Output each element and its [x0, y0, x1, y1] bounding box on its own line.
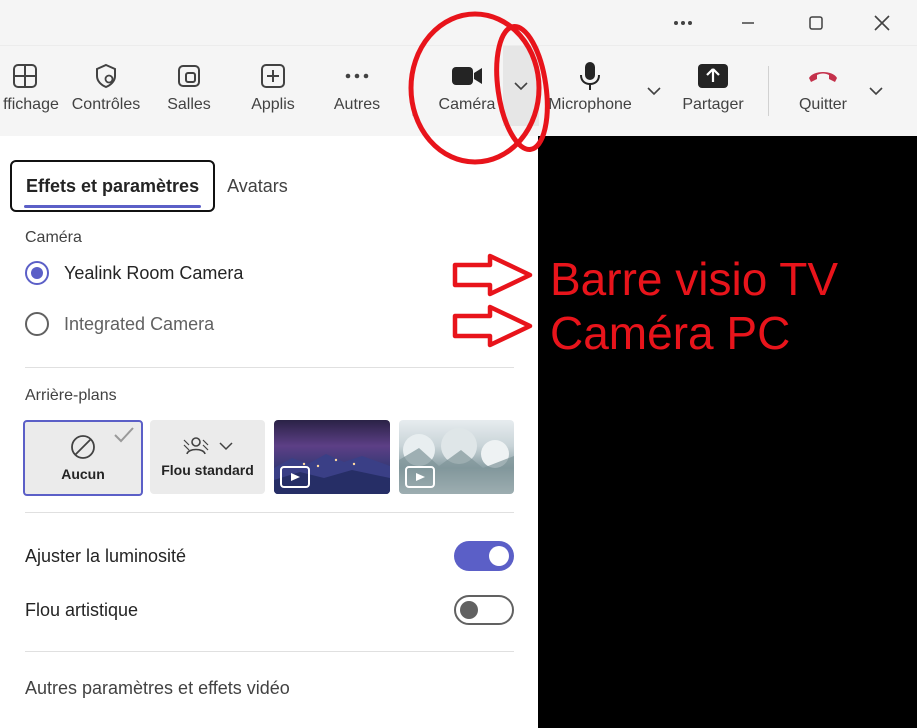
microphone-button[interactable]: Microphone: [544, 46, 636, 136]
share-button[interactable]: Partager: [680, 46, 746, 136]
tab-effects-settings[interactable]: Effets et paramètres: [10, 160, 216, 212]
video-preview: [538, 136, 917, 728]
radio-selected[interactable]: [25, 261, 49, 285]
leave-options-chevron[interactable]: [862, 76, 890, 106]
divider: [25, 651, 514, 652]
checkmark-icon: [114, 427, 134, 443]
brightness-toggle[interactable]: [454, 541, 514, 571]
panel-tabs: Effets et paramètres Avatars: [10, 160, 288, 212]
radio-unselected[interactable]: [25, 312, 49, 336]
video-background-icon: [405, 466, 435, 488]
background-none-label: Aucun: [61, 466, 105, 482]
microphone-label: Microphone: [548, 96, 632, 113]
brightness-label: Ajuster la luminosité: [25, 545, 187, 566]
camera-section-label: Caméra: [25, 229, 82, 246]
active-tab-indicator: [24, 205, 202, 208]
controls-button[interactable]: Contrôles: [66, 46, 146, 136]
rooms-button[interactable]: Salles: [158, 46, 220, 136]
hang-up-icon: [790, 46, 856, 94]
chevron-down-icon: [647, 87, 661, 96]
camera-settings-panel: Effets et paramètres Avatars Caméra Yeal…: [0, 136, 538, 728]
more-label: Autres: [333, 96, 381, 113]
divider: [25, 367, 514, 368]
brightness-setting: Ajuster la luminosité: [25, 540, 514, 572]
camera-options-chevron[interactable]: [503, 46, 539, 126]
apps-button[interactable]: Applis: [242, 46, 304, 136]
camera-option-yealink[interactable]: Yealink Room Camera: [25, 261, 243, 285]
ellipsis-icon[interactable]: [663, 8, 703, 38]
toolbar-divider: [768, 66, 769, 116]
maximize-icon[interactable]: [796, 8, 836, 38]
camera-button[interactable]: Caméra: [432, 46, 502, 136]
more-video-settings-link[interactable]: Autres paramètres et effets vidéo: [25, 678, 290, 699]
divider: [25, 512, 514, 513]
background-image-tile[interactable]: [274, 420, 390, 494]
share-label: Partager: [682, 96, 744, 113]
view-button[interactable]: ffichage: [0, 46, 59, 136]
background-image-tile[interactable]: [399, 420, 514, 494]
title-bar: [0, 0, 917, 46]
grid-icon: [0, 46, 56, 94]
tab-avatars[interactable]: Avatars: [227, 176, 288, 197]
apps-label: Applis: [251, 96, 295, 113]
leave-label: Quitter: [798, 96, 847, 113]
annotation-pc-camera: Caméra PC: [550, 307, 791, 359]
more-button[interactable]: Autres: [326, 46, 388, 136]
camera-option-integrated[interactable]: Integrated Camera: [25, 312, 214, 336]
background-blur-label: Flou standard: [161, 462, 254, 478]
soft-focus-toggle[interactable]: [454, 595, 514, 625]
rooms-label: Salles: [167, 96, 211, 113]
share-icon: [680, 46, 746, 94]
tab-effects-label: Effets et paramètres: [26, 175, 200, 196]
add-app-icon: [242, 46, 304, 94]
chevron-down-icon: [869, 87, 883, 96]
background-blur-tile[interactable]: Flou standard: [150, 420, 265, 494]
view-label: ffichage: [3, 96, 59, 113]
camera-label: Caméra: [438, 96, 496, 113]
background-none-tile[interactable]: Aucun: [23, 420, 143, 496]
rooms-icon: [158, 46, 220, 94]
shield-gear-icon: [66, 46, 146, 94]
no-symbol-icon: [71, 435, 95, 459]
soft-focus-setting: Flou artistique: [25, 594, 514, 626]
more-icon: [326, 46, 388, 94]
toolbar-divider: [412, 66, 413, 116]
video-camera-icon: [432, 46, 502, 94]
minimize-icon[interactable]: [728, 8, 768, 38]
soft-focus-label: Flou artistique: [25, 599, 139, 620]
camera-option-label: Yealink Room Camera: [64, 262, 244, 283]
annotation-tv-bar: Barre visio TV: [550, 253, 839, 305]
leave-button[interactable]: Quitter: [790, 46, 856, 136]
controls-label: Contrôles: [71, 96, 141, 113]
chevron-down-icon[interactable]: [218, 441, 233, 451]
close-icon[interactable]: [862, 8, 902, 38]
backgrounds-section-label: Arrière-plans: [25, 387, 117, 404]
blur-icon: [183, 437, 208, 455]
meeting-toolbar: ffichage Contrôles Salles Applis Autres …: [0, 46, 917, 136]
microphone-options-chevron[interactable]: [640, 76, 668, 106]
microphone-icon: [544, 46, 636, 94]
video-background-icon: [280, 466, 310, 488]
chevron-down-icon: [514, 82, 528, 91]
camera-option-label: Integrated Camera: [64, 313, 215, 334]
